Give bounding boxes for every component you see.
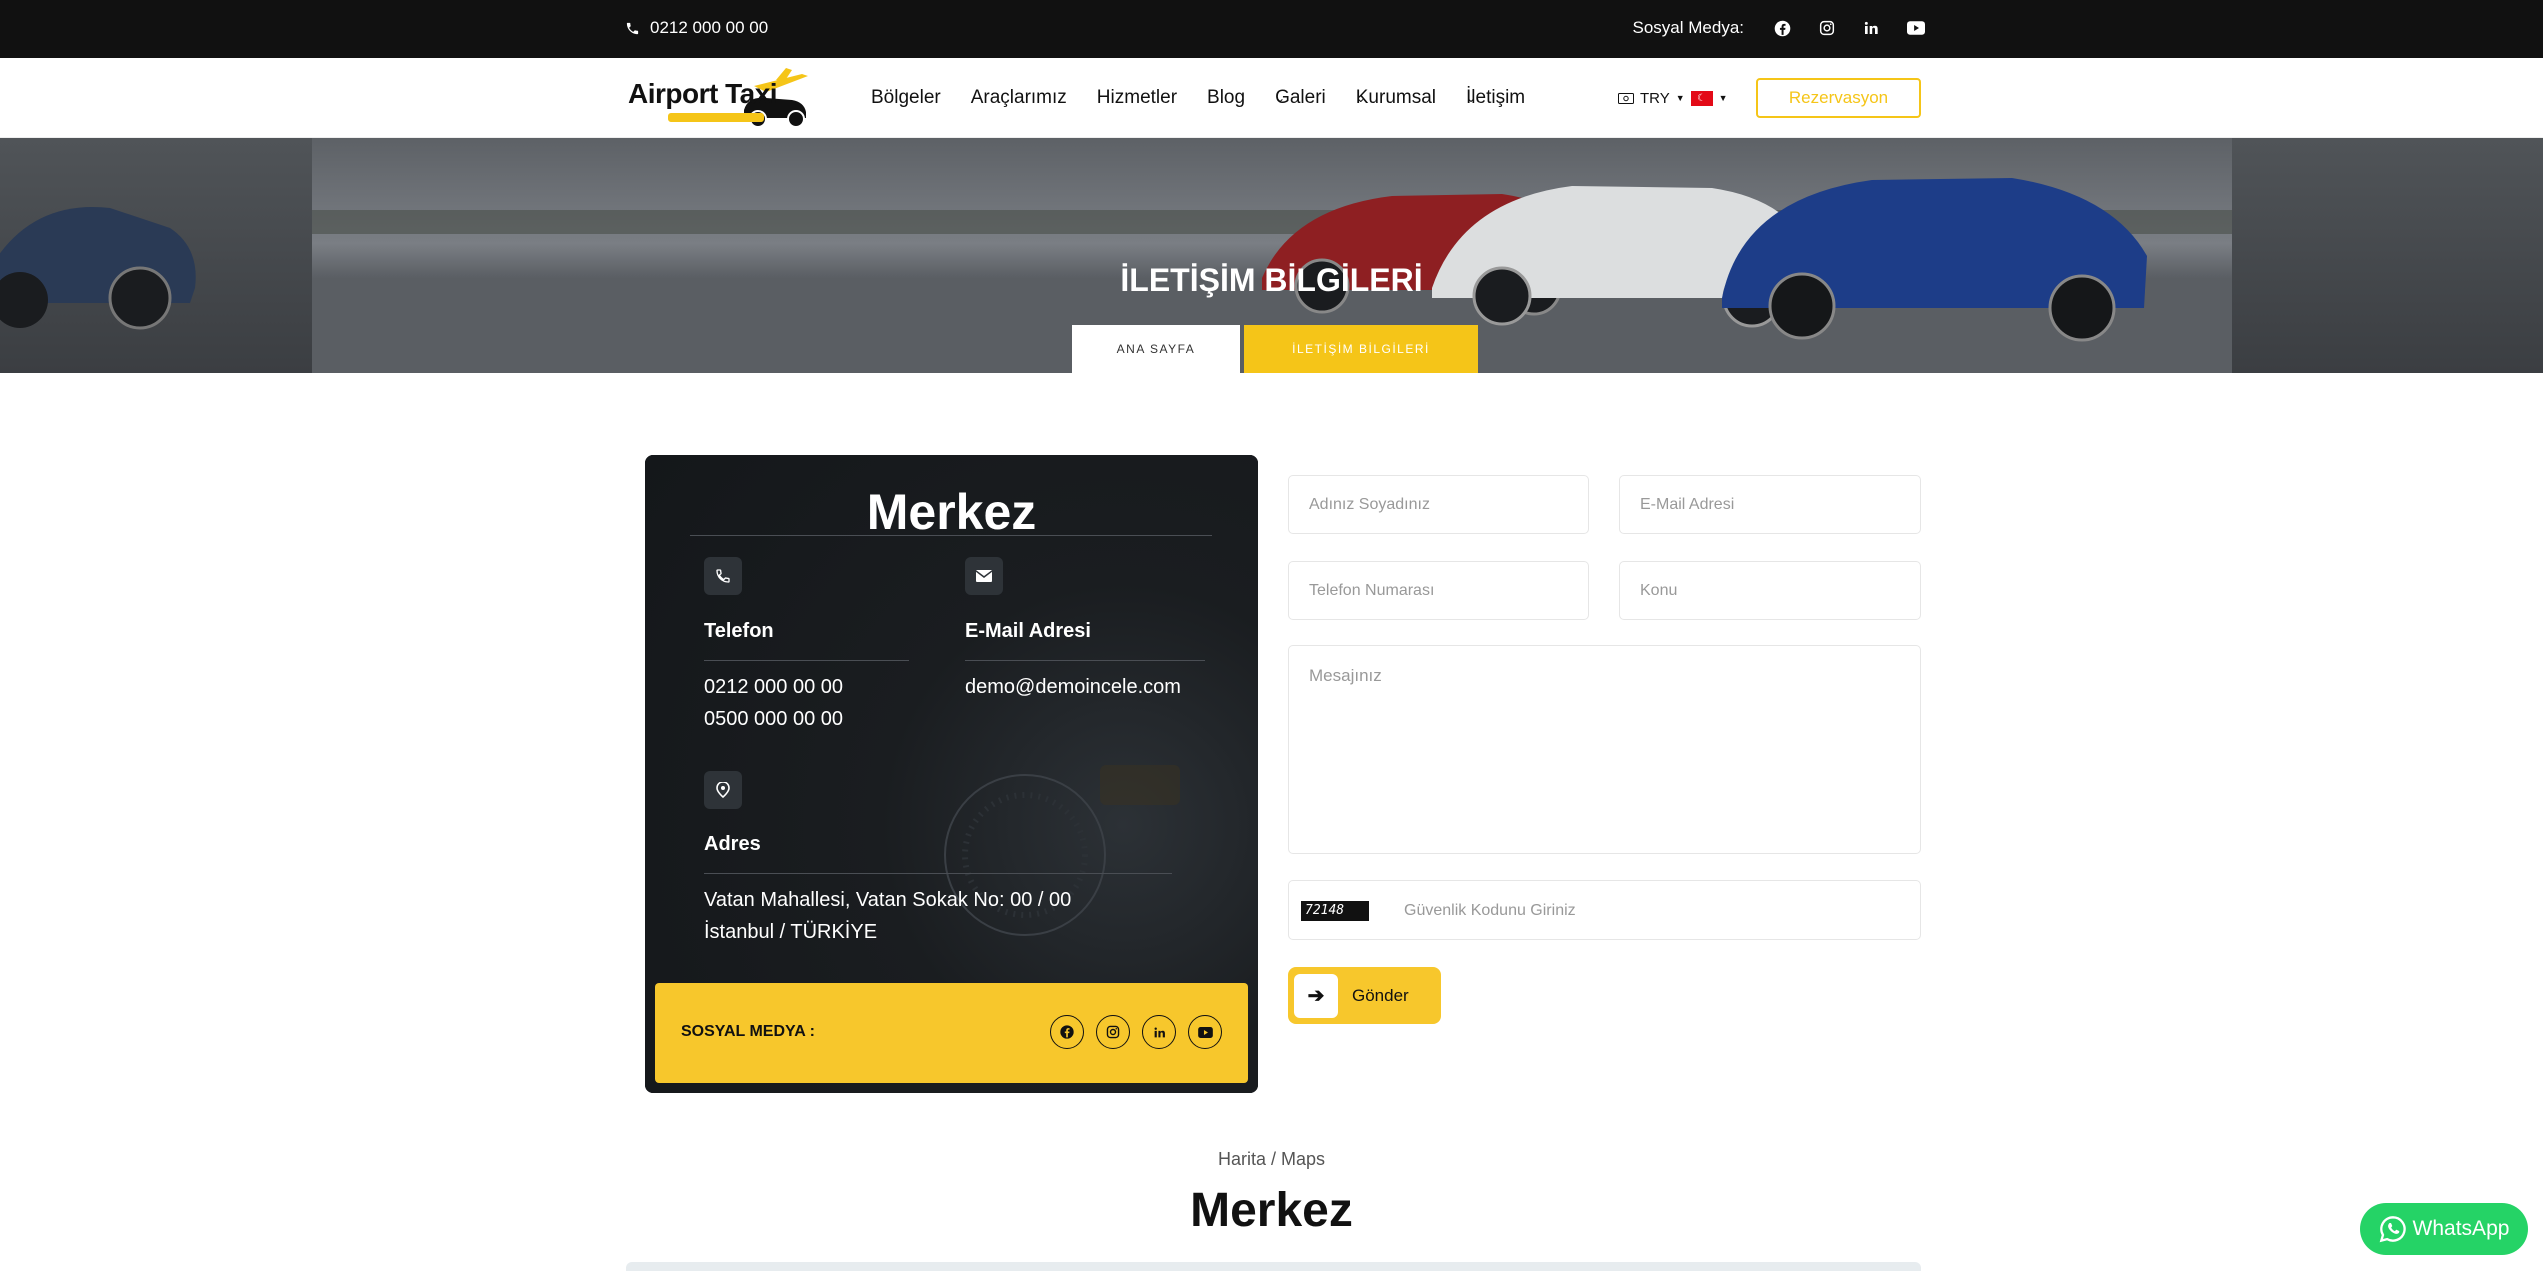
caret-down-icon: ▼ — [1718, 93, 1728, 103]
captcha-code-image: 72148 — [1301, 901, 1369, 921]
main-navbar: Airport Taxi Bölgeler Araçlarımız Hizmet… — [0, 58, 2543, 138]
phone-icon — [625, 21, 640, 36]
breadcrumb-home[interactable]: ANA SAYFA — [1072, 325, 1240, 373]
submit-label: Gönder — [1352, 985, 1409, 1005]
nav-item-galeri[interactable]: Galeri ⌄ — [1275, 87, 1326, 109]
whatsapp-label: WhatsApp — [2412, 1217, 2510, 1240]
logo-tagline-strip — [668, 113, 764, 122]
nav-label: Kurumsal — [1355, 87, 1436, 108]
nav-item-hizmetler[interactable]: Hizmetler — [1097, 87, 1177, 109]
nav-item-iletisim[interactable]: İletişim ⌄ — [1466, 87, 1525, 109]
email-divider — [965, 660, 1205, 661]
email-label: E-Mail Adresi — [965, 620, 1091, 642]
nav-label: Hizmetler — [1096, 87, 1178, 108]
card-social-bar: SOSYAL MEDYA : — [655, 983, 1248, 1083]
turkey-flag-icon: ☾ — [1690, 90, 1713, 106]
phone-divider — [704, 660, 909, 661]
nav-item-bolgeler[interactable]: Bölgeler — [871, 87, 941, 109]
main-nav: Bölgeler Araçlarımız Hizmetler Blog Gale… — [871, 58, 1525, 138]
phone-input[interactable]: Telefon Numarası — [1288, 561, 1589, 620]
phone-number-2[interactable]: 0500 000 00 00 — [704, 703, 843, 735]
nav-item-blog[interactable]: Blog — [1207, 87, 1245, 109]
location-pin-icon — [704, 771, 742, 809]
hero-side-left — [0, 138, 312, 373]
name-input[interactable]: Adınız Soyadınız — [1288, 475, 1589, 534]
top-phone-text: 0212 000 00 00 — [650, 18, 769, 37]
phone-icon — [704, 557, 742, 595]
breadcrumb: ANA SAYFA İLETİŞİM BİLGİLERİ — [1072, 325, 1478, 373]
logo-text: Airport Taxi — [628, 78, 778, 109]
address-label: Adres — [704, 833, 761, 855]
youtube-icon[interactable] — [1188, 1015, 1222, 1049]
email-input[interactable]: E-Mail Adresi — [1619, 475, 1921, 534]
message-textarea[interactable]: Mesajınız — [1288, 645, 1921, 854]
instagram-icon[interactable] — [1819, 20, 1835, 36]
breadcrumb-current: İLETİŞİM BİLGİLERİ — [1244, 325, 1478, 373]
chevron-down-icon: ⌄ — [1275, 91, 1286, 105]
whatsapp-icon — [2379, 1215, 2407, 1243]
card-social-icons — [1050, 1015, 1222, 1049]
nav-item-kurumsal[interactable]: Kurumsal ⌄ — [1356, 87, 1436, 109]
captcha-input[interactable]: Güvenlik Kodunu Giriniz — [1404, 881, 1576, 941]
map-embed[interactable] — [626, 1262, 1921, 1271]
currency-label: TRY — [1640, 89, 1670, 107]
nav-item-araclarimiz[interactable]: Araçlarımız — [971, 87, 1067, 109]
facebook-icon[interactable] — [1050, 1015, 1084, 1049]
linkedin-icon[interactable] — [1863, 20, 1879, 36]
envelope-icon — [965, 557, 1003, 595]
instagram-icon[interactable] — [1096, 1015, 1130, 1049]
nav-label: Bölgeler — [871, 87, 941, 108]
address-divider — [704, 873, 1172, 874]
arrow-right-icon: ➔ — [1294, 973, 1338, 1018]
card-divider — [690, 535, 1212, 536]
captcha-field: 72148 Güvenlik Kodunu Giriniz — [1288, 880, 1921, 940]
site-logo[interactable]: Airport Taxi — [626, 66, 812, 130]
top-social: Sosyal Medya: — [1632, 0, 1925, 56]
hero-side-right — [2232, 138, 2543, 373]
reservation-button[interactable]: Rezervasyon — [1756, 78, 1921, 118]
youtube-icon[interactable] — [1907, 21, 1925, 35]
chevron-down-icon: ⌄ — [1355, 91, 1366, 105]
top-social-label: Sosyal Medya: — [1632, 18, 1745, 37]
address-line-2: İstanbul / TÜRKİYE — [704, 921, 878, 943]
map-section-label: Harita / Maps — [1217, 1149, 1326, 1169]
phone-number-1[interactable]: 0212 000 00 00 — [704, 671, 843, 703]
page-title: İLETİŞİM BİLGİLERİ — [1120, 262, 1423, 298]
nav-label: Blog — [1207, 87, 1246, 108]
currency-language-selector[interactable]: TRY ▼ ☾ ▼ — [1618, 58, 1728, 138]
money-icon — [1618, 92, 1634, 104]
whatsapp-button[interactable]: WhatsApp — [2360, 1203, 2528, 1255]
card-title: Merkez — [866, 484, 1037, 540]
email-address[interactable]: demo@demoincele.com — [965, 671, 1181, 703]
nav-label: Araçlarımız — [970, 87, 1067, 108]
facebook-icon[interactable] — [1774, 20, 1791, 37]
linkedin-icon[interactable] — [1142, 1015, 1176, 1049]
contact-info-card: Merkez Telefon 0212 000 00 00 0500 000 0… — [645, 455, 1258, 1093]
phone-label: Telefon — [704, 620, 774, 642]
map-section-title: Merkez — [1190, 1184, 1353, 1237]
subject-input[interactable]: Konu — [1619, 561, 1921, 620]
card-social-label: SOSYAL MEDYA : — [681, 1023, 815, 1040]
submit-button[interactable]: ➔ Gönder — [1288, 967, 1441, 1024]
caret-down-icon: ▼ — [1675, 93, 1685, 103]
chevron-down-icon: ⌄ — [1466, 91, 1477, 105]
top-phone[interactable]: 0212 000 00 00 — [625, 0, 768, 56]
top-bar: 0212 000 00 00 Sosyal Medya: — [0, 0, 2543, 58]
address-line-1: Vatan Mahallesi, Vatan Sokak No: 00 / 00 — [704, 889, 1072, 911]
